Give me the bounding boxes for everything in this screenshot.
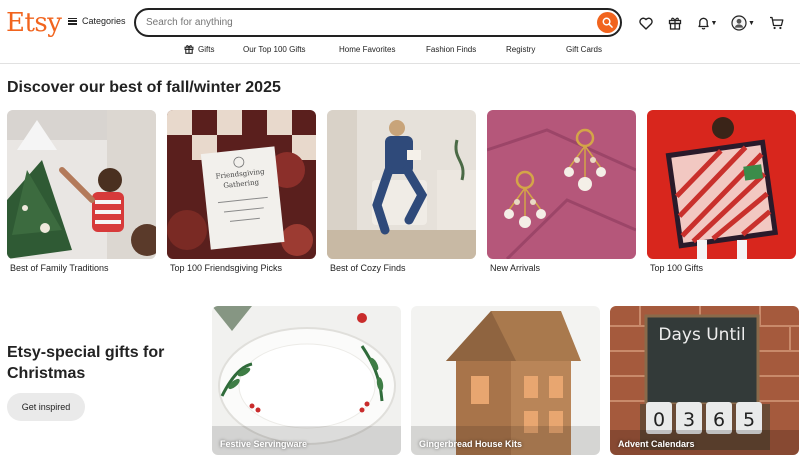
gift-icon	[668, 17, 682, 30]
chevron-down-icon: ▼	[710, 19, 718, 27]
gift-icon	[184, 45, 194, 54]
nav-top-100-gifts[interactable]: Our Top 100 Gifts	[243, 44, 339, 54]
card-new-arrivals[interactable]: New Arrivals	[487, 110, 636, 273]
notifications-button[interactable]: ▼	[694, 13, 720, 33]
card-advent-calendars[interactable]: Days Until 0 3 6 5 Advent Calendars	[610, 306, 799, 455]
servingware-image	[212, 306, 401, 455]
nav-registry-label: Registry	[506, 44, 536, 54]
card-label: Top 100 Friendsgiving Picks	[170, 263, 283, 273]
bell-icon	[697, 17, 709, 30]
card-label: Best of Family Traditions	[10, 263, 109, 273]
advent-digit-2: 3	[683, 409, 695, 431]
card-top-100-gifts[interactable]: Top 100 Gifts	[647, 110, 796, 273]
avatar-icon	[731, 15, 747, 31]
gift-mode-button[interactable]	[665, 13, 685, 33]
card-family-traditions[interactable]: Best of Family Traditions	[7, 110, 156, 273]
cart-icon	[769, 16, 783, 30]
advent-digit-3: 6	[713, 409, 725, 431]
header-actions: ▼ ▼	[636, 13, 795, 33]
favorites-button[interactable]	[636, 13, 656, 33]
categories-button[interactable]: Categories	[68, 16, 126, 26]
card-label: Best of Cozy Finds	[330, 263, 406, 273]
card-label: New Arrivals	[490, 263, 541, 273]
new-arrivals-image	[487, 110, 636, 259]
cozy-finds-image	[327, 110, 476, 259]
family-traditions-image	[7, 110, 156, 259]
site-header: Etsy Categories Search for anything ▼ ▼ …	[0, 0, 800, 64]
christmas-heading: Etsy-special gifts for Christmas	[7, 344, 165, 382]
card-label: Advent Calendars	[618, 439, 695, 449]
discover-heading: Discover our best of fall/winter 2025	[7, 79, 281, 96]
get-inspired-button[interactable]: Get inspired	[7, 393, 85, 421]
nav-home-favorites[interactable]: Home Favorites	[339, 44, 426, 54]
card-label: Festive Servingware	[220, 439, 308, 449]
nav-fashion-finds-label: Fashion Finds	[426, 44, 477, 54]
sub-navigation: Gifts Our Top 100 Gifts Home Favorites F…	[184, 44, 602, 54]
account-button[interactable]: ▼	[729, 13, 757, 33]
categories-label: Categories	[82, 16, 126, 26]
advent-board-text: Days Until	[658, 325, 745, 345]
menu-icon	[68, 17, 77, 25]
nav-gifts-label: Gifts	[198, 44, 215, 54]
chevron-down-icon: ▼	[748, 19, 755, 27]
nav-fashion-finds[interactable]: Fashion Finds	[426, 44, 506, 54]
advent-calendar-image: Days Until 0 3 6 5	[610, 306, 799, 455]
nav-top-100-gifts-label: Our Top 100 Gifts	[243, 44, 306, 54]
search-bar	[134, 8, 622, 37]
search-input[interactable]	[146, 17, 566, 28]
nav-gift-cards[interactable]: Gift Cards	[566, 44, 602, 54]
card-friendsgiving[interactable]: Friendsgiving Gathering Top 100 Friendsg…	[167, 110, 316, 273]
advent-digit-4: 5	[743, 409, 755, 431]
friendsgiving-image: Friendsgiving Gathering	[167, 110, 316, 259]
top-100-gifts-image	[647, 110, 796, 259]
nav-gifts[interactable]: Gifts	[184, 44, 243, 54]
gingerbread-image	[411, 306, 600, 455]
search-icon	[602, 17, 613, 28]
discover-cards: Best of Family Traditions Friendsgiving …	[7, 110, 796, 273]
card-cozy-finds[interactable]: Best of Cozy Finds	[327, 110, 476, 273]
etsy-logo[interactable]: Etsy	[6, 8, 62, 38]
cart-button[interactable]	[766, 13, 786, 33]
nav-gift-cards-label: Gift Cards	[566, 44, 603, 54]
nav-registry[interactable]: Registry	[506, 44, 566, 54]
advent-digit-1: 0	[653, 409, 665, 431]
search-button[interactable]	[597, 12, 618, 33]
card-gingerbread-house-kits[interactable]: Gingerbread House Kits	[411, 306, 600, 455]
nav-home-favorites-label: Home Favorites	[339, 44, 396, 54]
card-label: Top 100 Gifts	[650, 263, 704, 273]
card-label: Gingerbread House Kits	[419, 439, 523, 449]
card-festive-servingware[interactable]: Festive Servingware	[212, 306, 401, 455]
heart-icon	[639, 17, 653, 30]
christmas-cards: Festive Servingware Gingerbread House Ki…	[212, 306, 799, 455]
